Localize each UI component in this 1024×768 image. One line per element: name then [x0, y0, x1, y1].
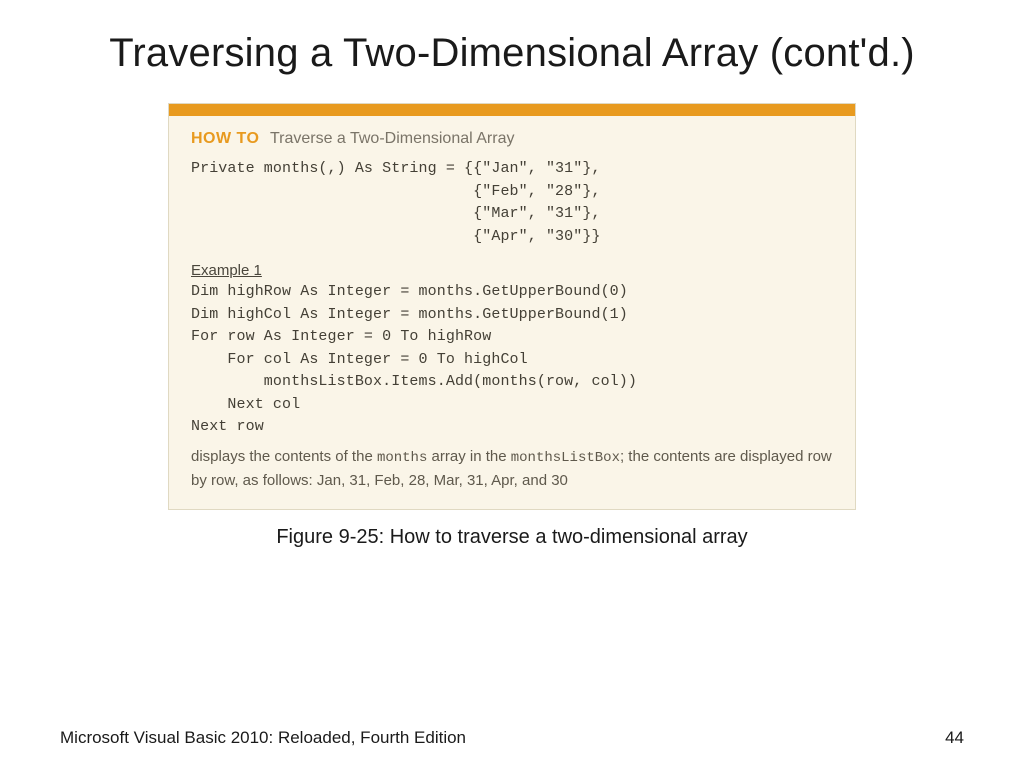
desc-mono: monthsListBox — [511, 450, 620, 466]
slide: Traversing a Two-Dimensional Array (cont… — [0, 0, 1024, 768]
desc-part: displays the contents of the — [191, 448, 377, 465]
figure-box: HOW TO Traverse a Two-Dimensional Array … — [168, 103, 856, 509]
howto-line: HOW TO Traverse a Two-Dimensional Array — [191, 130, 833, 148]
footer-text: Microsoft Visual Basic 2010: Reloaded, F… — [60, 728, 466, 748]
figure-body: HOW TO Traverse a Two-Dimensional Array … — [169, 116, 855, 508]
code-declaration: Private months(,) As String = {{"Jan", "… — [191, 158, 833, 248]
accent-bar — [169, 104, 855, 116]
figure-caption: Figure 9-25: How to traverse a two-dimen… — [60, 526, 964, 549]
desc-mono: months — [377, 450, 427, 466]
howto-label: HOW TO — [191, 130, 259, 147]
desc-part: array in the — [427, 448, 510, 465]
page-number: 44 — [945, 728, 964, 748]
howto-title: Traverse a Two-Dimensional Array — [270, 130, 515, 147]
page-title: Traversing a Two-Dimensional Array (cont… — [60, 28, 964, 79]
slide-footer: Microsoft Visual Basic 2010: Reloaded, F… — [60, 728, 964, 748]
code-description: displays the contents of the months arra… — [191, 445, 833, 493]
example-label: Example 1 — [191, 262, 833, 279]
code-example: Dim highRow As Integer = months.GetUpper… — [191, 281, 833, 439]
